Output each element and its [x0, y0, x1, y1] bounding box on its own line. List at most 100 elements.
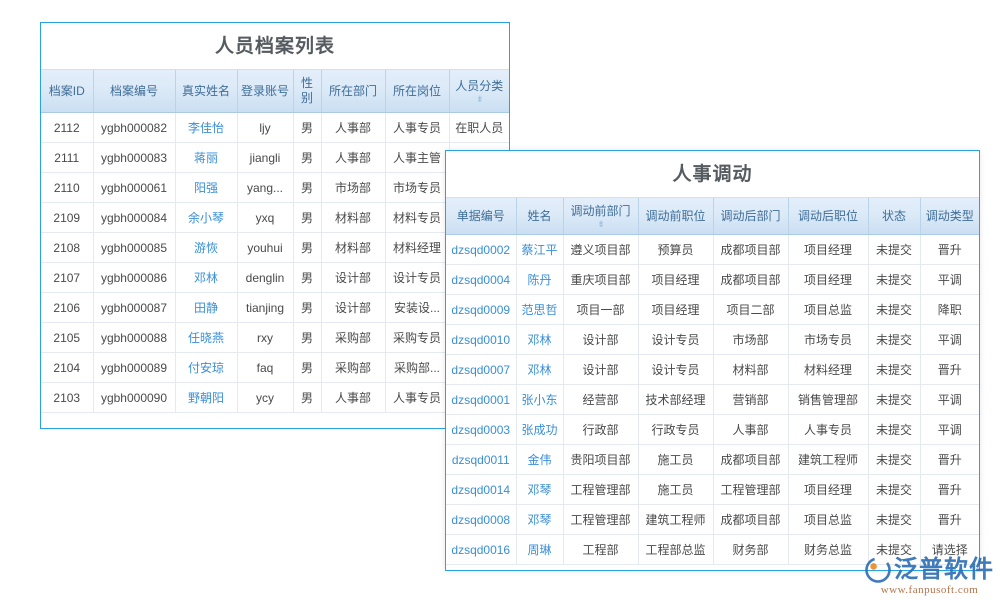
transfer-link-5-1[interactable]: 张小东 [521, 393, 557, 407]
transfer-col-header-2[interactable]: 调动前部门⇟ [563, 198, 638, 235]
transfer-link-1-1[interactable]: 陈丹 [527, 273, 551, 287]
transfer-col-header-6[interactable]: 状态 [868, 198, 920, 235]
transfer-col-header-0[interactable]: 单据编号 [446, 198, 516, 235]
transfer-link-9-0[interactable]: dzsqd0008 [451, 513, 510, 527]
transfer-cell-3-1[interactable]: 邓林 [516, 325, 563, 355]
transfer-cell-10-1[interactable]: 周琳 [516, 535, 563, 565]
personnel-link-4-2[interactable]: 游恢 [194, 241, 218, 255]
transfer-cell-1-0[interactable]: dzsqd0004 [446, 265, 516, 295]
transfer-col-header-7[interactable]: 调动类型 [920, 198, 979, 235]
personnel-col-header-2[interactable]: 真实姓名 [175, 70, 237, 113]
transfer-link-8-1[interactable]: 邓琴 [527, 483, 551, 497]
personnel-col-header-5[interactable]: 所在部门 [321, 70, 385, 113]
personnel-cell-0-2[interactable]: 李佳怡 [175, 113, 237, 143]
transfer-link-7-0[interactable]: dzsqd0011 [452, 453, 510, 467]
personnel-cell-6-2[interactable]: 田静 [175, 293, 237, 323]
personnel-cell-1-2[interactable]: 蒋丽 [175, 143, 237, 173]
transfer-col-header-1[interactable]: 姓名 [516, 198, 563, 235]
transfer-cell-6-0[interactable]: dzsqd0003 [446, 415, 516, 445]
transfer-link-3-0[interactable]: dzsqd0010 [451, 333, 510, 347]
personnel-cell-8-2[interactable]: 付安琼 [175, 353, 237, 383]
personnel-cell-7-2[interactable]: 任晓燕 [175, 323, 237, 353]
transfer-link-0-0[interactable]: dzsqd0002 [451, 243, 510, 257]
personnel-link-5-2[interactable]: 邓林 [194, 271, 218, 285]
table-row[interactable]: dzsqd0008邓琴工程管理部建筑工程师成都项目部项目总监未提交晋升 [446, 505, 979, 535]
transfer-link-10-1[interactable]: 周琳 [527, 543, 551, 557]
transfer-cell-10-0[interactable]: dzsqd0016 [446, 535, 516, 565]
transfer-cell-0-1[interactable]: 蔡江平 [516, 235, 563, 265]
table-row[interactable]: 2108ygbh000085游恢youhui男材料部材料经理 [41, 233, 509, 263]
transfer-cell-4-0[interactable]: dzsqd0007 [446, 355, 516, 385]
table-row[interactable]: 2110ygbh000061阳强yang...男市场部市场专员 [41, 173, 509, 203]
transfer-col-header-4[interactable]: 调动后部门 [713, 198, 788, 235]
sort-indicator-icon[interactable]: ⇟ [452, 95, 508, 103]
personnel-link-2-2[interactable]: 阳强 [194, 181, 218, 195]
personnel-col-header-7[interactable]: 人员分类⇟ [449, 70, 509, 113]
personnel-cell-2-2[interactable]: 阳强 [175, 173, 237, 203]
transfer-link-10-0[interactable]: dzsqd0016 [451, 543, 510, 557]
table-row[interactable]: 2112ygbh000082李佳怡ljy男人事部人事专员在职人员 [41, 113, 509, 143]
transfer-link-2-1[interactable]: 范思哲 [521, 303, 557, 317]
transfer-cell-5-1[interactable]: 张小东 [516, 385, 563, 415]
transfer-link-2-0[interactable]: dzsqd0009 [451, 303, 510, 317]
transfer-cell-5-0[interactable]: dzsqd0001 [446, 385, 516, 415]
personnel-col-header-1[interactable]: 档案编号 [93, 70, 175, 113]
table-row[interactable]: 2104ygbh000089付安琼faq男采购部采购部... [41, 353, 509, 383]
transfer-cell-8-1[interactable]: 邓琴 [516, 475, 563, 505]
personnel-col-header-0[interactable]: 档案ID [41, 70, 93, 113]
transfer-link-7-1[interactable]: 金伟 [527, 453, 551, 467]
transfer-cell-4-1[interactable]: 邓林 [516, 355, 563, 385]
transfer-cell-9-1[interactable]: 邓琴 [516, 505, 563, 535]
personnel-link-9-2[interactable]: 野朝阳 [188, 391, 224, 405]
table-row[interactable]: dzsqd0007邓林设计部设计专员材料部材料经理未提交晋升 [446, 355, 979, 385]
personnel-cell-3-2[interactable]: 余小琴 [175, 203, 237, 233]
transfer-cell-1-1[interactable]: 陈丹 [516, 265, 563, 295]
transfer-link-5-0[interactable]: dzsqd0001 [451, 393, 510, 407]
transfer-cell-7-0[interactable]: dzsqd0011 [446, 445, 516, 475]
table-row[interactable]: 2107ygbh000086邓林denglin男设计部设计专员 [41, 263, 509, 293]
personnel-link-3-2[interactable]: 余小琴 [188, 211, 224, 225]
transfer-cell-2-1[interactable]: 范思哲 [516, 295, 563, 325]
transfer-cell-7-1[interactable]: 金伟 [516, 445, 563, 475]
table-row[interactable]: 2106ygbh000087田静tianjing男设计部安装设... [41, 293, 509, 323]
table-row[interactable]: 2111ygbh000083蒋丽jiangli男人事部人事主管 [41, 143, 509, 173]
table-row[interactable]: dzsqd0009范思哲项目一部项目经理项目二部项目总监未提交降职 [446, 295, 979, 325]
table-row[interactable]: dzsqd0014邓琴工程管理部施工员工程管理部项目经理未提交晋升 [446, 475, 979, 505]
transfer-link-4-1[interactable]: 邓林 [527, 363, 551, 377]
personnel-link-7-2[interactable]: 任晓燕 [188, 331, 224, 345]
table-row[interactable]: dzsqd0010邓林设计部设计专员市场部市场专员未提交平调 [446, 325, 979, 355]
personnel-col-header-3[interactable]: 登录账号 [237, 70, 293, 113]
personnel-link-0-2[interactable]: 李佳怡 [188, 121, 224, 135]
personnel-link-6-2[interactable]: 田静 [194, 301, 218, 315]
transfer-cell-0-0[interactable]: dzsqd0002 [446, 235, 516, 265]
transfer-link-6-1[interactable]: 张成功 [521, 423, 557, 437]
transfer-link-4-0[interactable]: dzsqd0007 [451, 363, 510, 377]
table-row[interactable]: dzsqd0004陈丹重庆项目部项目经理成都项目部项目经理未提交平调 [446, 265, 979, 295]
table-row[interactable]: dzsqd0002蔡江平遵义项目部预算员成都项目部项目经理未提交晋升 [446, 235, 979, 265]
personnel-link-1-2[interactable]: 蒋丽 [194, 151, 218, 165]
table-row[interactable]: dzsqd0003张成功行政部行政专员人事部人事专员未提交平调 [446, 415, 979, 445]
transfer-cell-2-0[interactable]: dzsqd0009 [446, 295, 516, 325]
table-row[interactable]: dzsqd0011金伟贵阳项目部施工员成都项目部建筑工程师未提交晋升 [446, 445, 979, 475]
transfer-link-9-1[interactable]: 邓琴 [527, 513, 551, 527]
personnel-link-8-2[interactable]: 付安琼 [188, 361, 224, 375]
personnel-cell-4-2[interactable]: 游恢 [175, 233, 237, 263]
table-row[interactable]: 2103ygbh000090野朝阳ycy男人事部人事专员 [41, 383, 509, 413]
table-row[interactable]: dzsqd0016周琳工程部工程部总监财务部财务总监未提交请选择 [446, 535, 979, 565]
table-row[interactable]: dzsqd0001张小东经营部技术部经理营销部销售管理部未提交平调 [446, 385, 979, 415]
transfer-cell-3-0[interactable]: dzsqd0010 [446, 325, 516, 355]
transfer-col-header-5[interactable]: 调动后职位 [788, 198, 868, 235]
table-row[interactable]: 2109ygbh000084余小琴yxq男材料部材料专员 [41, 203, 509, 233]
transfer-link-1-0[interactable]: dzsqd0004 [451, 273, 510, 287]
transfer-link-3-1[interactable]: 邓林 [527, 333, 551, 347]
sort-indicator-icon[interactable]: ⇟ [566, 220, 636, 228]
transfer-link-0-1[interactable]: 蔡江平 [521, 243, 557, 257]
personnel-cell-9-2[interactable]: 野朝阳 [175, 383, 237, 413]
transfer-col-header-3[interactable]: 调动前职位 [638, 198, 713, 235]
personnel-col-header-4[interactable]: 性别 [293, 70, 321, 113]
transfer-link-8-0[interactable]: dzsqd0014 [451, 483, 510, 497]
personnel-cell-5-2[interactable]: 邓林 [175, 263, 237, 293]
transfer-link-6-0[interactable]: dzsqd0003 [451, 423, 510, 437]
transfer-cell-9-0[interactable]: dzsqd0008 [446, 505, 516, 535]
table-row[interactable]: 2105ygbh000088任晓燕rxy男采购部采购专员 [41, 323, 509, 353]
